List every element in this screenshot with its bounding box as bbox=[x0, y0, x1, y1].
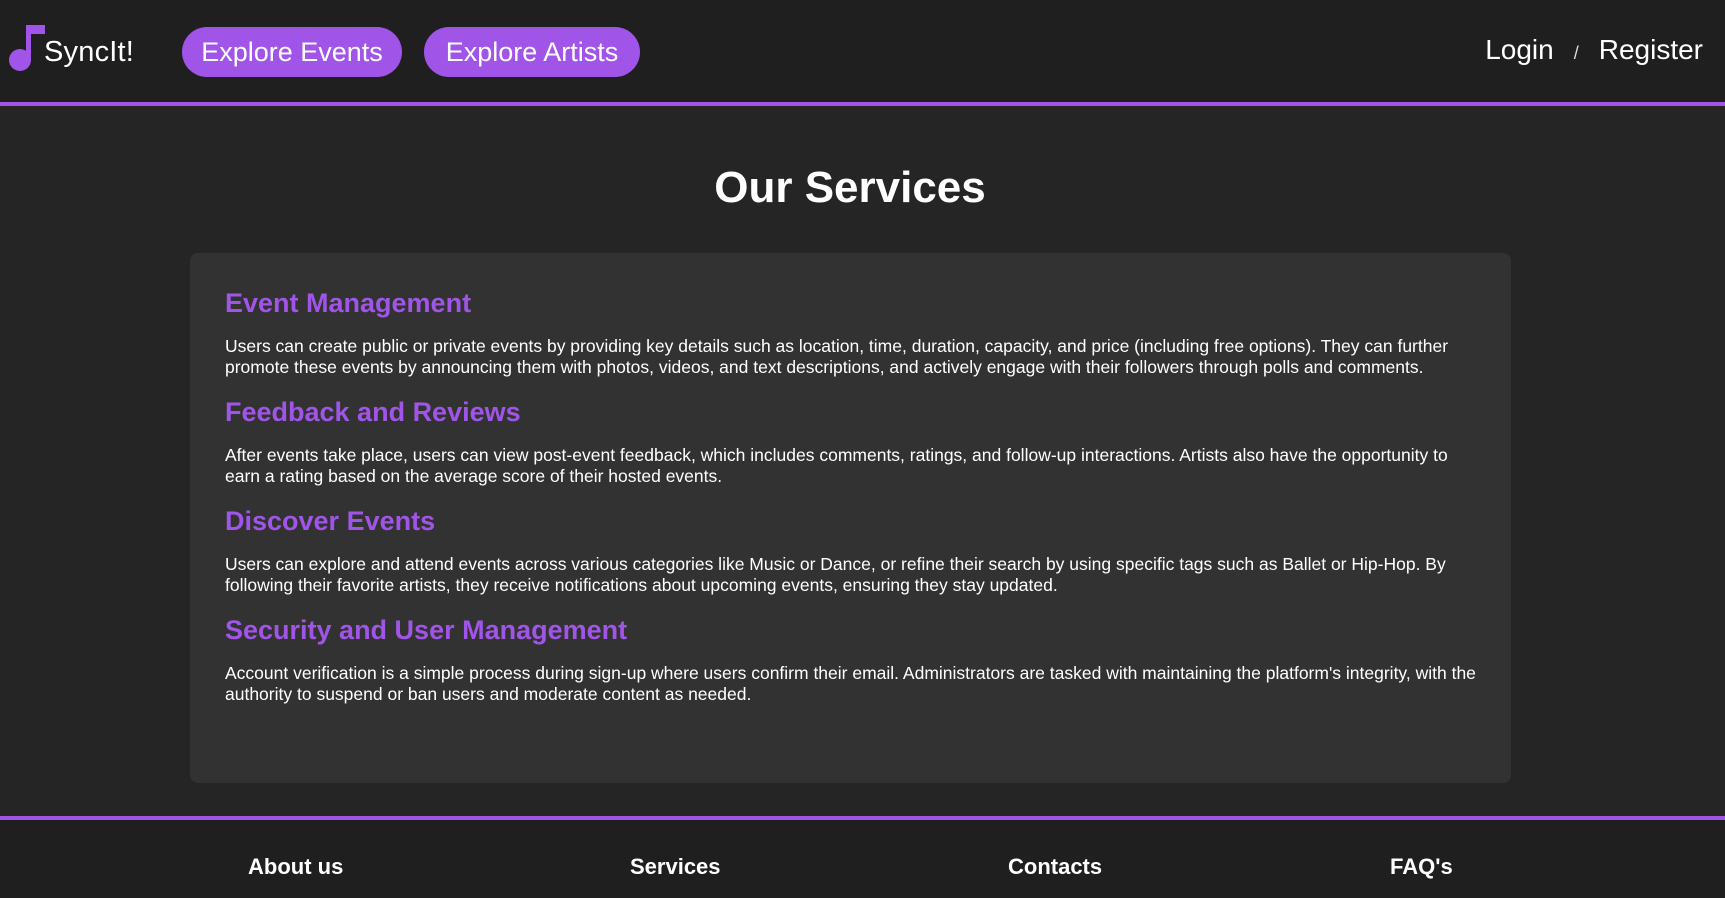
service-description: Account verification is a simple process… bbox=[225, 663, 1476, 704]
auth-links: Login / Register bbox=[1485, 34, 1703, 66]
footer-about-link[interactable]: About us bbox=[248, 854, 343, 880]
service-title: Security and User Management bbox=[225, 615, 628, 645]
service-section: Event Management Users can create public… bbox=[225, 287, 1477, 378]
service-title: Discover Events bbox=[225, 506, 436, 536]
service-section: Discover Events Users can explore and at… bbox=[225, 505, 1477, 596]
footer-services-link[interactable]: Services bbox=[630, 854, 721, 880]
logo[interactable]: SyncIt! bbox=[6, 22, 134, 72]
services-panel: Event Management Users can create public… bbox=[190, 253, 1511, 783]
register-link[interactable]: Register bbox=[1599, 34, 1703, 66]
site-footer: About us Services Contacts FAQ's bbox=[0, 816, 1725, 898]
page-title: Our Services bbox=[714, 163, 986, 212]
music-note-icon bbox=[9, 25, 45, 71]
service-description: Users can create public or private event… bbox=[225, 336, 1449, 377]
service-description: After events take place, users can view … bbox=[225, 445, 1448, 486]
footer-contacts-link[interactable]: Contacts bbox=[1008, 854, 1102, 880]
logo-text: SyncIt! bbox=[44, 35, 135, 68]
service-title: Event Management bbox=[225, 288, 472, 318]
explore-artists-button[interactable]: Explore Artists bbox=[424, 27, 640, 77]
service-title: Feedback and Reviews bbox=[225, 397, 521, 427]
login-link[interactable]: Login bbox=[1485, 34, 1554, 66]
explore-events-button[interactable]: Explore Events bbox=[182, 27, 402, 77]
service-section: Feedback and Reviews After events take p… bbox=[225, 396, 1477, 487]
site-header: SyncIt! Explore Events Explore Artists L… bbox=[0, 0, 1725, 106]
footer-faq-link[interactable]: FAQ's bbox=[1390, 854, 1453, 880]
service-section: Security and User Management Account ver… bbox=[225, 614, 1477, 705]
auth-separator: / bbox=[1573, 43, 1579, 63]
service-description: Users can explore and attend events acro… bbox=[225, 554, 1446, 595]
